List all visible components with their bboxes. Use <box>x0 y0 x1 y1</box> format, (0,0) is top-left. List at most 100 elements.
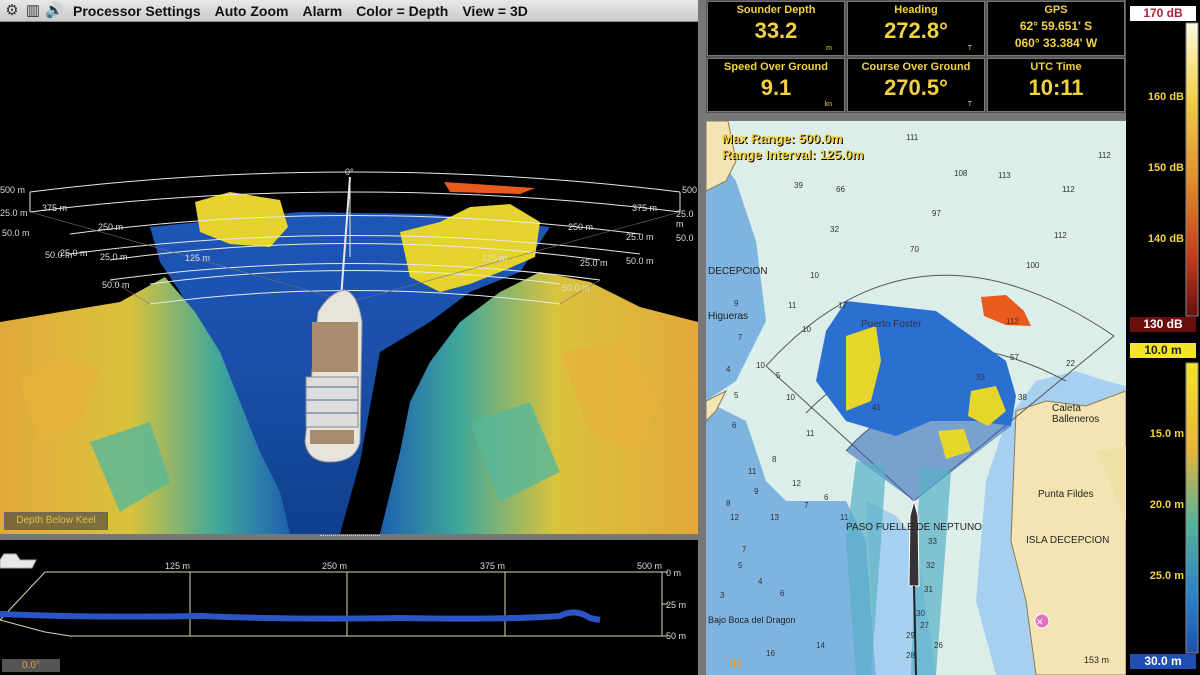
sounding-label: 12 <box>730 513 739 522</box>
place-name: ISLA DECEPCION <box>1026 535 1110 546</box>
db-min-label: 130 dB <box>1130 317 1196 332</box>
menu-processor-settings[interactable]: Processor Settings <box>73 3 201 19</box>
range-label: 125 m <box>185 253 211 263</box>
sounding-label: 100 <box>1026 261 1040 270</box>
instrument-panel: Sounder Depth 33.2 m Heading 272.8° T GP… <box>706 0 1126 113</box>
instrument-label: GPS <box>1044 4 1068 16</box>
instrument-label: Speed Over Ground <box>724 60 828 73</box>
color-legend: 170 dB 160 dB 150 dB 140 dB 130 dB 10.0 … <box>1126 0 1200 675</box>
depth-max-label: 30.0 m <box>1130 654 1196 669</box>
db-tick: 150 dB <box>1147 162 1184 174</box>
profile-plot <box>0 553 668 637</box>
sog-value: 9.1 <box>760 74 792 100</box>
sonar-3d-view[interactable]: 0° 500 m 375 m 250 m 125 m 500 375 m 250… <box>0 22 698 534</box>
range-interval-label: Range Interval: 125.0m <box>722 147 864 162</box>
sounding-label: 4 <box>726 365 731 374</box>
menu-view-3d[interactable]: View = 3D <box>462 3 528 19</box>
place-name: Puerto Foster <box>861 319 922 330</box>
range-tick: 500 m <box>637 561 663 571</box>
sounding-label: 113 <box>998 171 1011 180</box>
range-label: 375 m <box>42 203 68 213</box>
depth-label: 25.0 m <box>676 209 694 229</box>
depth-tick: 20.0 m <box>1149 499 1184 511</box>
depth-tick: 0 m <box>666 568 682 578</box>
sounding-label: 11 <box>748 467 757 476</box>
depth-label: 25.0 m <box>100 252 128 262</box>
depth-label: 50.0 m <box>102 280 130 290</box>
instrument-label: Heading <box>894 4 938 16</box>
sounding-label: 111 <box>906 133 919 142</box>
sounding-label: 27 <box>920 621 929 630</box>
range-label: 500 <box>682 185 698 195</box>
utc-time-cell: UTC Time 10:11 <box>987 57 1125 112</box>
place-name: PASO FUELLE DE NEPTUNO <box>846 522 982 533</box>
sounding-label: 70 <box>910 245 919 254</box>
sounding-label: 13 <box>770 513 779 522</box>
depth-below-keel-label[interactable]: Depth Below Keel <box>4 512 108 530</box>
sounder-depth-cell: Sounder Depth 33.2 m <box>707 1 845 56</box>
sonar-3d-scene <box>0 171 698 534</box>
depth-label: 25.0 m <box>580 258 608 268</box>
sounding-label: 28 <box>906 651 915 660</box>
unit-label: m <box>826 44 832 52</box>
speaker-icon[interactable]: 🔊 <box>45 2 64 20</box>
sounding-label: 10 <box>756 361 765 370</box>
sounding-label: 112 <box>1098 151 1111 160</box>
instrument-label: Sounder Depth <box>736 4 816 16</box>
center-tick-label: 0° <box>345 167 354 177</box>
panels-icon[interactable]: ▥ <box>24 2 42 20</box>
depth-label: 50.0 m <box>2 228 30 238</box>
db-tick: 160 dB <box>1147 91 1184 103</box>
sounding-label: 4 <box>758 577 763 586</box>
range-label: 250 m <box>568 222 594 232</box>
max-range-label: Max Range: 500.0m <box>722 131 843 146</box>
range-label: 250 m <box>98 222 124 232</box>
sounding-label: 31 <box>924 585 933 594</box>
sounding-label: 9 <box>734 299 739 308</box>
place-name: Caleta Balleneros <box>1052 403 1100 425</box>
menu-color-depth[interactable]: Color = Depth <box>356 3 448 19</box>
depth-tick: 25 m <box>666 600 687 610</box>
depth-label: 50.0 <box>676 233 694 243</box>
vertical-splitter[interactable] <box>698 0 706 675</box>
depth-label: 25.0 m <box>0 208 28 218</box>
gps-longitude: 060° 33.384' W <box>1014 36 1098 50</box>
db-tick: 140 dB <box>1147 233 1184 245</box>
sounding-label: 7 <box>738 333 743 342</box>
sounding-label: 112 <box>1006 317 1019 326</box>
sounding-label: 8 <box>726 499 731 508</box>
sounding-label: 32 <box>830 225 839 234</box>
chart-logo: m <box>728 655 741 672</box>
instrument-label: Course Over Ground <box>861 60 971 73</box>
sounder-depth-value: 33.2 <box>754 18 798 43</box>
sounding-label: 9 <box>754 487 759 496</box>
instrument-label: UTC Time <box>1030 60 1082 73</box>
heading-readout: 0.0° <box>2 659 60 672</box>
sounding-label: 32 <box>926 561 935 570</box>
depth-label: 50.0 m <box>562 283 590 293</box>
sounding-label: 12 <box>792 479 801 488</box>
sounding-label: 112 <box>1062 185 1075 194</box>
sounding-label: 7 <box>742 545 747 554</box>
menu-alarm[interactable]: Alarm <box>302 3 342 19</box>
depth-min-label: 10.0 m <box>1130 343 1196 358</box>
nautical-chart[interactable]: ✕ m Max Range: 500.0m Range Interval: 12… <box>706 121 1126 675</box>
sounding-label: 10 <box>810 271 819 280</box>
sounding-label: 10 <box>786 393 795 402</box>
sounding-label: 97 <box>932 209 941 218</box>
gear-icon[interactable]: ⚙ <box>3 2 21 20</box>
place-name: Higueras <box>708 311 749 322</box>
utc-time-value: 10:11 <box>1028 74 1084 100</box>
menu-auto-zoom[interactable]: Auto Zoom <box>215 3 289 19</box>
sounding-label: 41 <box>872 403 881 412</box>
speed-over-ground-cell: Speed Over Ground 9.1 kn <box>707 57 845 112</box>
scale-label: 153 m <box>1084 655 1110 665</box>
heading-cell: Heading 272.8° T <box>847 1 985 56</box>
sounding-label: 57 <box>1010 353 1019 362</box>
instrument-splitter[interactable] <box>706 113 1126 121</box>
sounding-label: 22 <box>1066 359 1075 368</box>
sounding-label: 6 <box>780 589 785 598</box>
sounding-label: 11 <box>788 301 797 310</box>
sounding-label: 30 <box>916 609 925 618</box>
target-orange <box>444 182 535 194</box>
